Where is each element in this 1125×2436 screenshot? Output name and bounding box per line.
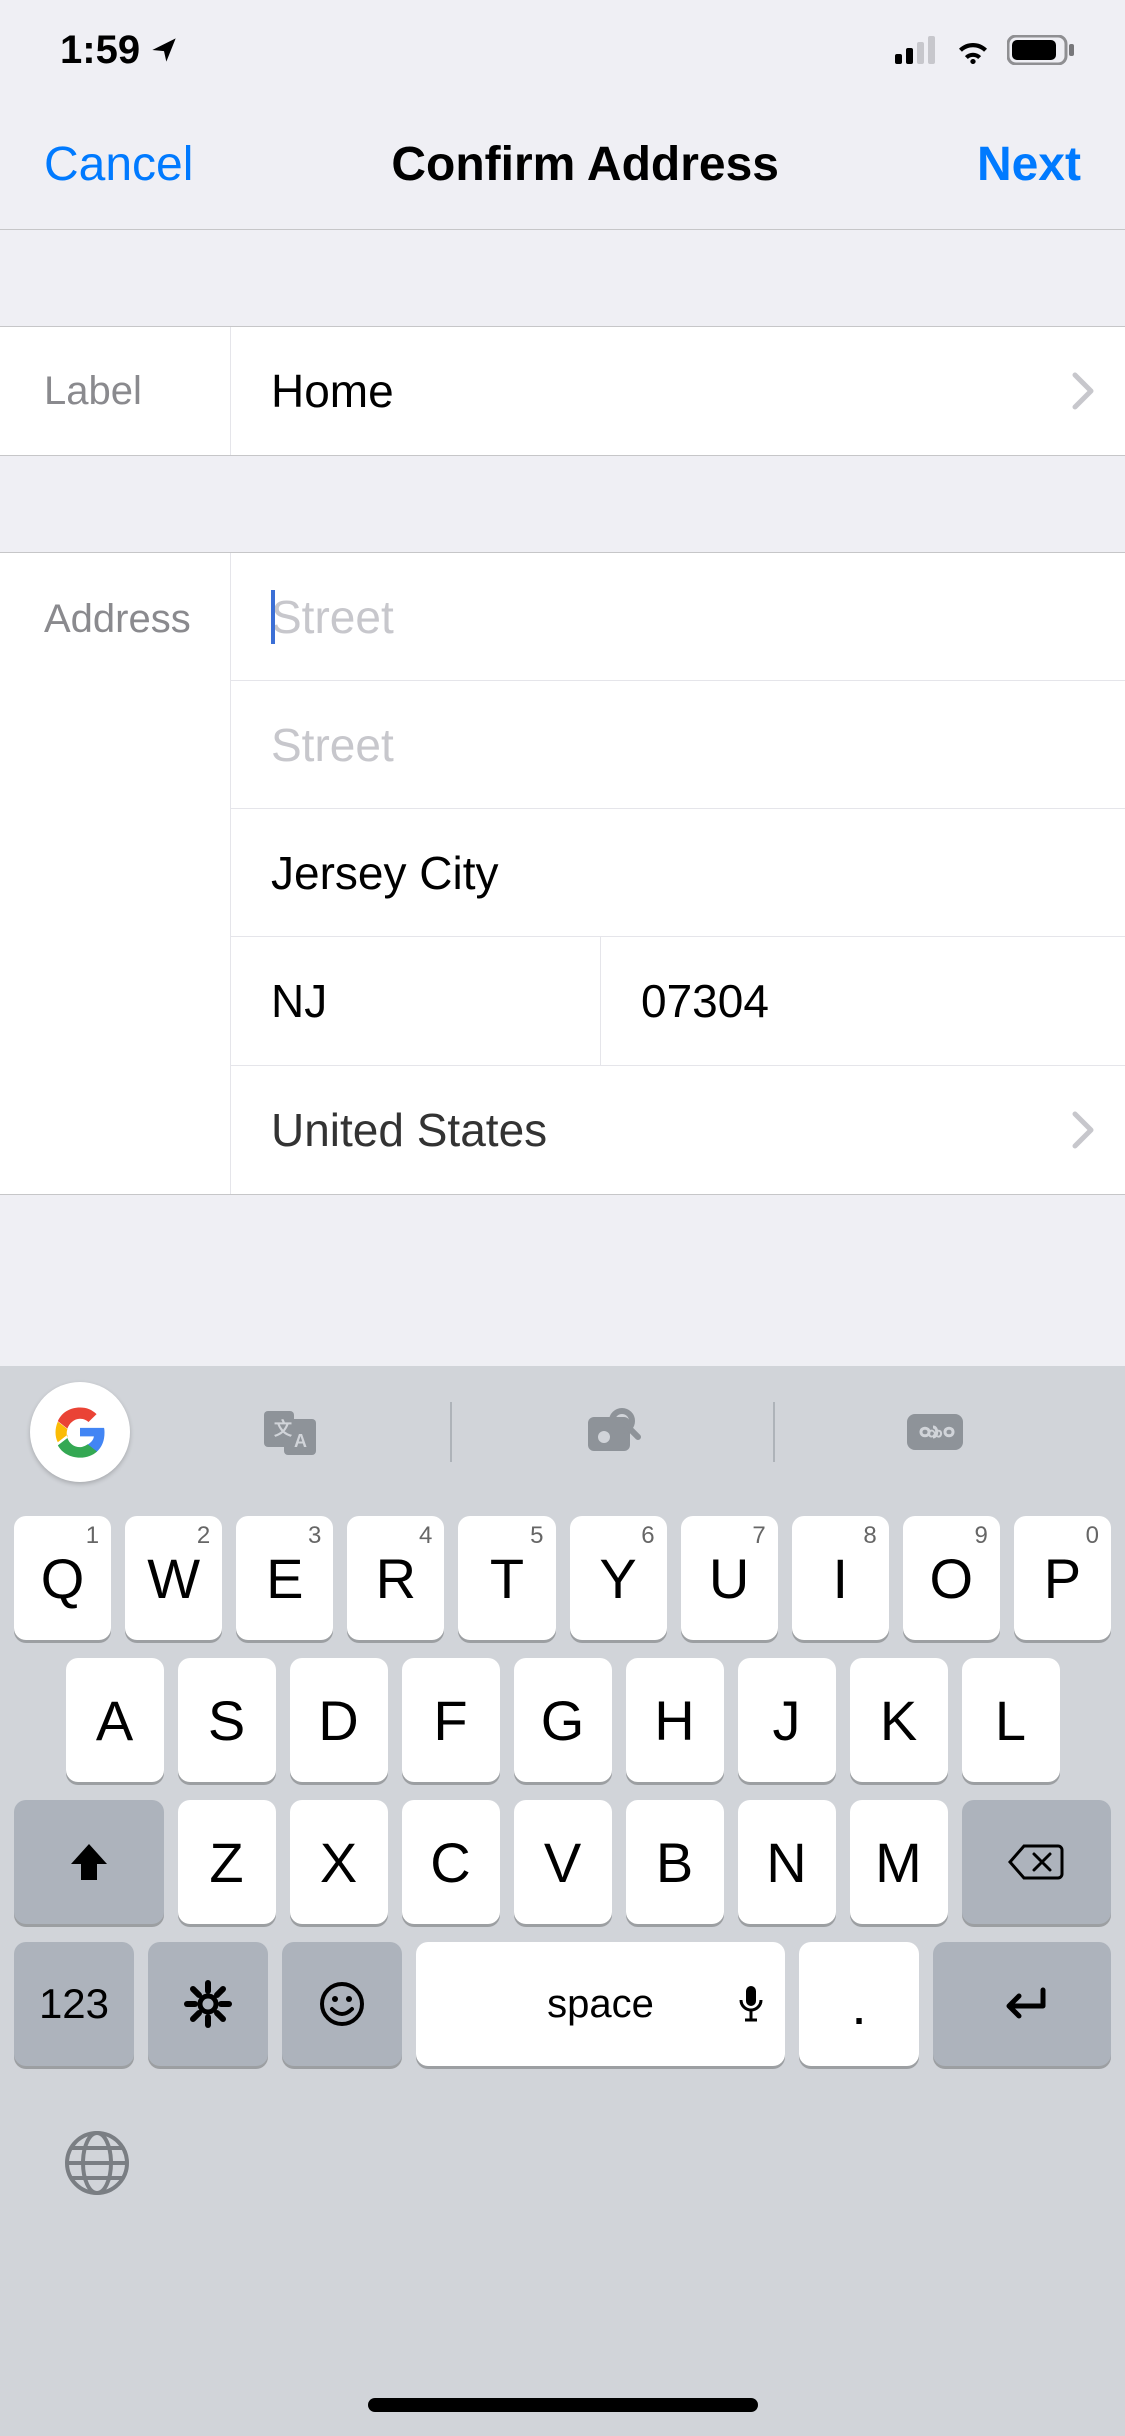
mic-icon[interactable] — [737, 1984, 765, 2024]
settings-key[interactable] — [148, 1942, 268, 2066]
label-value-cell[interactable]: Home — [230, 327, 1125, 455]
keyboard-row-1: Q1W2E3R4T5Y6U7I8O9P0 — [0, 1516, 1125, 1640]
nav-bar: Cancel Confirm Address Next — [0, 100, 1125, 230]
key-k[interactable]: K — [850, 1658, 948, 1782]
wifi-icon — [953, 36, 993, 64]
text-cursor — [271, 590, 275, 644]
status-right — [895, 35, 1075, 65]
keyboard-row-2: ASDFGHJKL — [0, 1658, 1125, 1782]
label-value: Home — [271, 364, 394, 418]
street1-input[interactable] — [271, 590, 1085, 644]
smiley-icon — [317, 1979, 367, 2029]
keyboard-row-3: ZXCVBNM — [0, 1800, 1125, 1924]
key-j[interactable]: J — [738, 1658, 836, 1782]
key-a[interactable]: A — [66, 1658, 164, 1782]
key-i[interactable]: I8 — [792, 1516, 889, 1640]
chevron-right-icon — [1071, 1110, 1095, 1150]
image-search-icon[interactable] — [452, 1407, 772, 1457]
next-button[interactable]: Next — [977, 137, 1081, 192]
key-x[interactable]: X — [290, 1800, 388, 1924]
google-icon[interactable] — [30, 1382, 130, 1482]
return-icon — [995, 1986, 1049, 2022]
country-row[interactable]: United States — [230, 1066, 1125, 1194]
svg-text:文: 文 — [274, 1418, 293, 1439]
numbers-key[interactable]: 123 — [14, 1942, 134, 2066]
status-bar: 1:59 — [0, 0, 1125, 100]
keyboard: 文 A ∞ Q1W2E3R4T5Y6U7I8O9P0 ASDFGHJKL — [0, 1366, 1125, 2436]
address-field-title: Address — [0, 553, 230, 1194]
city-input[interactable] — [271, 846, 1085, 900]
section-gap — [0, 456, 1125, 552]
key-v[interactable]: V — [514, 1800, 612, 1924]
status-left: 1:59 — [60, 28, 178, 73]
key-h[interactable]: H — [626, 1658, 724, 1782]
key-m[interactable]: M — [850, 1800, 948, 1924]
page-title: Confirm Address — [391, 137, 779, 192]
key-b[interactable]: B — [626, 1800, 724, 1924]
globe-row — [0, 2126, 1125, 2200]
key-r[interactable]: R4 — [347, 1516, 444, 1640]
shift-key[interactable] — [14, 1800, 164, 1924]
key-s[interactable]: S — [178, 1658, 276, 1782]
key-n[interactable]: N — [738, 1800, 836, 1924]
return-key[interactable] — [933, 1942, 1111, 2066]
street1-row[interactable] — [230, 553, 1125, 681]
state-cell[interactable] — [231, 937, 601, 1065]
key-w[interactable]: W2 — [125, 1516, 222, 1640]
emoji-key[interactable] — [282, 1942, 402, 2066]
translate-icon[interactable]: 文 A — [130, 1405, 450, 1459]
postal-cell[interactable] — [601, 937, 1125, 1065]
period-key[interactable]: . — [799, 1942, 919, 2066]
battery-icon — [1007, 35, 1075, 65]
space-key[interactable]: space — [416, 1942, 785, 2066]
key-e[interactable]: E3 — [236, 1516, 333, 1640]
key-d[interactable]: D — [290, 1658, 388, 1782]
status-time: 1:59 — [60, 28, 140, 73]
state-zip-row — [230, 937, 1125, 1066]
postal-input[interactable] — [641, 974, 1085, 1028]
keyboard-row-4: 123 space . — [0, 1942, 1125, 2066]
key-t[interactable]: T5 — [458, 1516, 555, 1640]
section-gap — [0, 230, 1125, 326]
gif-icon[interactable]: ∞ — [775, 1410, 1095, 1454]
keyboard-toolbar: 文 A ∞ — [0, 1366, 1125, 1498]
signal-icon — [895, 36, 939, 64]
address-group: Address United States — [0, 552, 1125, 1195]
country-value: United States — [271, 1103, 547, 1157]
cancel-button[interactable]: Cancel — [44, 137, 193, 192]
backspace-key[interactable] — [962, 1800, 1112, 1924]
key-z[interactable]: Z — [178, 1800, 276, 1924]
label-field-title: Label — [0, 327, 230, 455]
gear-icon — [183, 1979, 233, 2029]
label-row[interactable]: Label Home — [0, 326, 1125, 456]
chevron-right-icon — [1071, 371, 1095, 411]
key-c[interactable]: C — [402, 1800, 500, 1924]
key-o[interactable]: O9 — [903, 1516, 1000, 1640]
key-g[interactable]: G — [514, 1658, 612, 1782]
svg-text:∞: ∞ — [927, 1420, 943, 1445]
svg-text:A: A — [294, 1431, 307, 1451]
key-q[interactable]: Q1 — [14, 1516, 111, 1640]
key-u[interactable]: U7 — [681, 1516, 778, 1640]
key-p[interactable]: P0 — [1014, 1516, 1111, 1640]
home-indicator[interactable] — [368, 2398, 758, 2412]
key-y[interactable]: Y6 — [570, 1516, 667, 1640]
street2-input[interactable] — [271, 718, 1085, 772]
state-input[interactable] — [271, 974, 560, 1028]
key-f[interactable]: F — [402, 1658, 500, 1782]
key-l[interactable]: L — [962, 1658, 1060, 1782]
globe-icon[interactable] — [60, 2126, 1125, 2200]
city-row[interactable] — [230, 809, 1125, 937]
location-icon — [150, 36, 178, 64]
street2-row[interactable] — [230, 681, 1125, 809]
